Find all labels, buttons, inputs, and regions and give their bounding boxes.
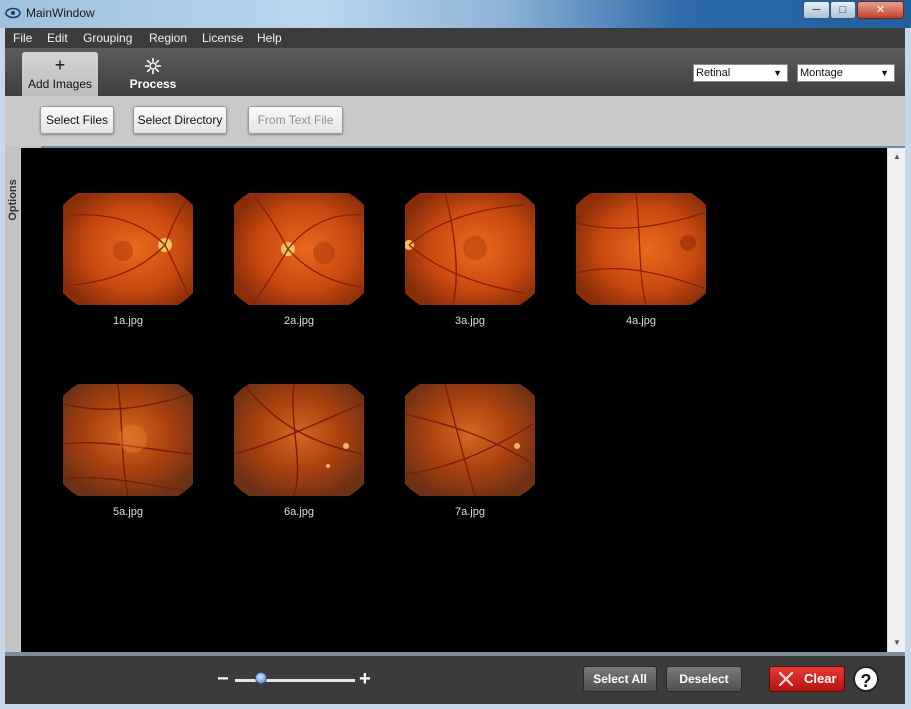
image-type-select[interactable]: Retinal ▼ [693, 64, 788, 82]
from-text-file-button[interactable]: From Text File [248, 106, 343, 134]
zoom-in-icon[interactable]: + [359, 668, 371, 691]
vertical-scrollbar[interactable]: ▲ ▼ [887, 148, 905, 652]
image-type-value: Retinal [696, 67, 731, 79]
menu-edit[interactable]: Edit [47, 31, 68, 45]
close-button[interactable]: ✕ [857, 1, 904, 19]
chevron-down-icon: ▼ [773, 68, 782, 78]
window-border-right [905, 28, 911, 704]
maximize-button[interactable]: □ [830, 1, 856, 19]
menu-file[interactable]: File [13, 31, 32, 45]
image-thumbnail[interactable]: 4a.jpg [576, 193, 706, 333]
tab-process-label: Process [129, 77, 177, 91]
clear-label: Clear [804, 671, 837, 686]
close-icon [778, 671, 794, 687]
menu-region[interactable]: Region [149, 31, 187, 45]
zoom-out-icon[interactable]: − [217, 668, 229, 691]
eye-icon [5, 7, 21, 19]
tab-add-images-label: Add Images [27, 77, 93, 91]
image-filename: 7a.jpg [455, 506, 485, 518]
image-thumbnail[interactable]: 1a.jpg [63, 193, 193, 333]
options-label: Options [7, 179, 19, 221]
image-grid: 1a.jpg 2a.jpg 3a.jpg 4a.jpg 5a.jpg 6a.jp… [21, 148, 887, 652]
image-thumbnail[interactable]: 3a.jpg [405, 193, 535, 333]
window-title: MainWindow [26, 6, 95, 20]
mode-select[interactable]: Montage ▼ [797, 64, 895, 82]
fundus-image[interactable] [234, 193, 364, 305]
fundus-image[interactable] [405, 193, 535, 305]
source-button-bar: Select Files Select Directory From Text … [5, 96, 905, 146]
menu-license[interactable]: License [202, 31, 243, 45]
mode-value: Montage [800, 67, 843, 79]
footer-bar: − + Select All Deselect Clear ? [5, 654, 905, 704]
select-directory-button[interactable]: Select Directory [133, 106, 227, 134]
scroll-down-icon[interactable]: ▼ [888, 636, 906, 650]
image-thumbnail[interactable]: 5a.jpg [63, 384, 193, 524]
chevron-down-icon: ▼ [880, 68, 889, 78]
options-panel[interactable]: << Options [5, 146, 41, 652]
image-thumbnail[interactable]: 7a.jpg [405, 384, 535, 524]
image-filename: 5a.jpg [113, 506, 143, 518]
clear-button[interactable]: Clear [769, 666, 845, 692]
fundus-image[interactable] [63, 193, 193, 305]
image-filename: 2a.jpg [284, 315, 314, 327]
window-border-bottom [0, 704, 911, 709]
fundus-image[interactable] [576, 193, 706, 305]
title-bar: MainWindow ─ □ ✕ [0, 0, 911, 28]
menu-grouping[interactable]: Grouping [83, 31, 132, 45]
image-thumbnail[interactable]: 2a.jpg [234, 193, 364, 333]
scroll-up-icon[interactable]: ▲ [888, 150, 906, 164]
tab-process[interactable]: Process [115, 52, 191, 96]
fundus-image[interactable] [405, 384, 535, 496]
menu-help[interactable]: Help [257, 31, 282, 45]
select-files-button[interactable]: Select Files [40, 106, 114, 134]
toolbar: + Add Images Process Retinal ▼ Montage ▼ [5, 48, 905, 96]
zoom-slider[interactable] [235, 679, 355, 682]
image-filename: 4a.jpg [626, 315, 656, 327]
menu-bar: File Edit Grouping Region License Help [5, 28, 905, 48]
tab-add-images[interactable]: + Add Images [22, 52, 98, 96]
select-all-button[interactable]: Select All [583, 666, 657, 692]
image-filename: 1a.jpg [113, 315, 143, 327]
image-thumbnail[interactable]: 6a.jpg [234, 384, 364, 524]
plus-icon: + [54, 55, 66, 75]
minimize-button[interactable]: ─ [803, 1, 830, 19]
image-filename: 3a.jpg [455, 315, 485, 327]
gear-icon [115, 55, 191, 75]
fundus-image[interactable] [234, 384, 364, 496]
fundus-image[interactable] [63, 384, 193, 496]
deselect-button[interactable]: Deselect [666, 666, 742, 692]
help-icon[interactable]: ? [853, 666, 879, 692]
image-filename: 6a.jpg [284, 506, 314, 518]
zoom-slider-handle[interactable] [255, 672, 268, 684]
